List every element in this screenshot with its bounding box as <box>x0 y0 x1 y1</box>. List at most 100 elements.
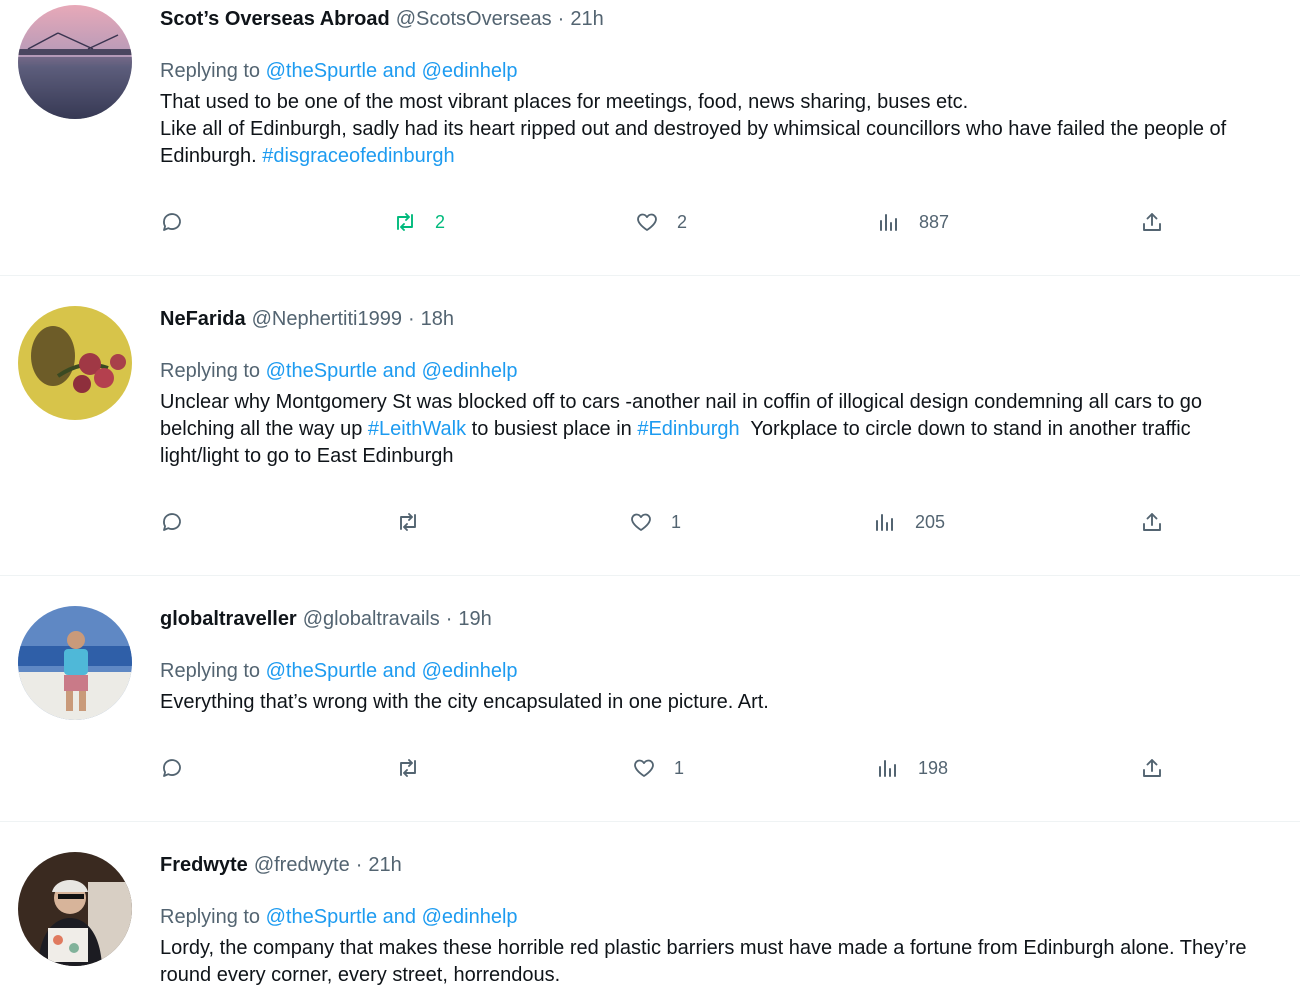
like-button[interactable]: 1 <box>632 755 684 781</box>
display-name[interactable]: NeFarida <box>160 308 246 330</box>
avatar-image <box>18 5 132 119</box>
text-segment: belching all the way up <box>160 418 368 440</box>
retweet-button[interactable] <box>396 755 438 781</box>
tweet-text-line: light/light to go to East Edinburgh <box>160 443 1295 470</box>
tweet-header: globaltraveller @globaltravails · 19h <box>160 607 492 631</box>
share-icon <box>1143 513 1161 531</box>
reply-button[interactable] <box>160 509 202 535</box>
replying-to-label: Replying to <box>160 906 261 928</box>
avatar-image <box>18 852 132 966</box>
tweet-text: Unclear why Montgomery St was blocked of… <box>160 389 1295 470</box>
share-button[interactable] <box>1140 509 1164 535</box>
tweet[interactable]: globaltraveller @globaltravails · 19h Reply… <box>0 576 1300 822</box>
text-segment: to busiest place in <box>466 418 638 440</box>
text-segment: Unclear why Montgomery St was blocked of… <box>160 391 1203 413</box>
like-icon <box>637 213 657 231</box>
timestamp[interactable]: 21h <box>570 8 603 30</box>
tweet-text-line: Edinburgh. #disgraceofedinburgh <box>160 143 1295 170</box>
replying-to: Replying to @theSpurtle and @edinhelp <box>160 359 518 383</box>
like-count: 2 <box>677 211 688 232</box>
retweet-button[interactable]: 2 <box>393 209 445 235</box>
tweet[interactable]: Fredwyte @fredwyte · 21h Replying to @theSp… <box>0 822 1300 993</box>
user-handle[interactable]: @Nephertiti1999 <box>252 308 402 330</box>
retweet-count: 2 <box>435 211 446 232</box>
hashtag-link[interactable]: #LeithWalk <box>368 418 466 440</box>
view-count: 198 <box>918 757 949 778</box>
replying-to-mentions[interactable]: @theSpurtle and @edinhelp <box>266 60 518 82</box>
views-icon <box>879 760 896 777</box>
tweet[interactable]: Scot’s Overseas Abroad @ScotsOverseas · 21h… <box>0 0 1300 276</box>
avatar-image <box>18 606 132 720</box>
tweet-text-line: belching all the way up #LeithWalk to bu… <box>160 416 1295 443</box>
user-handle[interactable]: @fredwyte <box>254 854 350 876</box>
share-icon <box>1143 759 1161 777</box>
views-button[interactable]: 887 <box>877 209 949 235</box>
replying-to: Replying to @theSpurtle and @edinhelp <box>160 905 518 929</box>
tweet-text: Lordy, the company that makes these horr… <box>160 935 1295 989</box>
tweet-text-line: Lordy, the company that makes these horr… <box>160 935 1295 962</box>
avatar[interactable] <box>18 606 132 720</box>
views-icon <box>880 214 897 231</box>
text-segment: That used to be one of the most vibrant … <box>160 91 969 113</box>
separator: · <box>355 854 363 876</box>
like-count: 1 <box>671 511 682 532</box>
timestamp[interactable]: 19h <box>458 608 491 630</box>
replying-to-mentions[interactable]: @theSpurtle and @edinhelp <box>266 660 518 682</box>
replying-to-mentions[interactable]: @theSpurtle and @edinhelp <box>266 906 518 928</box>
separator: · <box>445 608 453 630</box>
like-button[interactable]: 1 <box>629 509 681 535</box>
tweet-header: Scot’s Overseas Abroad @ScotsOverseas · 21h <box>160 7 604 31</box>
display-name[interactable]: globaltraveller <box>160 608 297 630</box>
like-icon <box>631 513 651 531</box>
retweet-icon <box>400 513 416 531</box>
avatar[interactable] <box>18 852 132 966</box>
view-count: 887 <box>919 211 950 232</box>
display-name[interactable]: Fredwyte <box>160 854 248 876</box>
replying-to-mentions[interactable]: @theSpurtle and @edinhelp <box>266 360 518 382</box>
tweet-text-line: Unclear why Montgomery St was blocked of… <box>160 389 1295 416</box>
timestamp[interactable]: 18h <box>421 308 454 330</box>
tweet-text-line: That used to be one of the most vibrant … <box>160 89 1295 116</box>
retweet-button[interactable] <box>396 509 438 535</box>
replying-to-label: Replying to <box>160 660 261 682</box>
retweet-icon <box>397 213 413 231</box>
text-segment: light/light to go to East Edinburgh <box>160 445 454 467</box>
replying-to: Replying to @theSpurtle and @edinhelp <box>160 659 518 683</box>
text-segment: Edinburgh. <box>160 145 263 167</box>
separator: · <box>557 8 565 30</box>
reply-icon <box>163 213 181 231</box>
views-button[interactable]: 198 <box>876 755 948 781</box>
views-icon <box>876 514 893 531</box>
timestamp[interactable]: 21h <box>368 854 401 876</box>
reply-icon <box>163 513 181 531</box>
like-button[interactable]: 2 <box>635 209 687 235</box>
display-name[interactable]: Scot’s Overseas Abroad <box>160 8 390 30</box>
tweet[interactable]: NeFarida @Nephertiti1999 · 18h Replying to … <box>0 276 1300 576</box>
share-button[interactable] <box>1140 209 1164 235</box>
tweet-text: That used to be one of the most vibrant … <box>160 89 1295 170</box>
avatar[interactable] <box>18 5 132 119</box>
replying-to: Replying to @theSpurtle and @edinhelp <box>160 59 518 83</box>
share-button[interactable] <box>1140 755 1164 781</box>
hashtag-link[interactable]: #disgraceofedinburgh <box>262 145 454 167</box>
replying-to-label: Replying to <box>160 360 261 382</box>
reply-button[interactable] <box>160 209 202 235</box>
separator: · <box>407 308 415 330</box>
user-handle[interactable]: @globaltravails <box>303 608 440 630</box>
text-segment: Lordy, the company that makes these horr… <box>160 937 1247 959</box>
tweet-text-line: round every corner, every street, horren… <box>160 962 1295 989</box>
share-icon <box>1143 213 1161 231</box>
text-segment: Like all of Edinburgh, sadly had its hea… <box>160 118 1227 140</box>
text-segment: round every corner, every street, horren… <box>160 964 561 986</box>
reply-icon <box>163 759 181 777</box>
view-count: 205 <box>915 511 946 532</box>
avatar[interactable] <box>18 306 132 420</box>
reply-button[interactable] <box>160 755 202 781</box>
tweet-header: NeFarida @Nephertiti1999 · 18h <box>160 307 454 331</box>
retweet-icon <box>400 759 416 777</box>
replying-to-label: Replying to <box>160 60 261 82</box>
views-button[interactable]: 205 <box>873 509 945 535</box>
tweet-header: Fredwyte @fredwyte · 21h <box>160 853 402 877</box>
hashtag-link[interactable]: #Edinburgh <box>637 418 739 440</box>
user-handle[interactable]: @ScotsOverseas <box>396 8 552 30</box>
